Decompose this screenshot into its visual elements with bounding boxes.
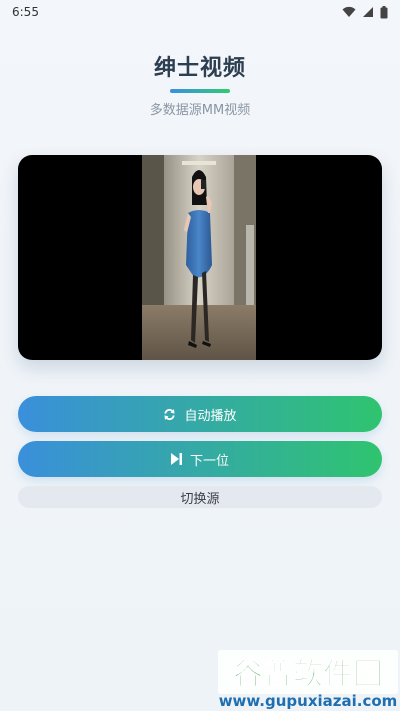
status-bar: 6:55 xyxy=(0,0,400,24)
signal-icon xyxy=(363,7,373,17)
title-underline xyxy=(170,89,230,93)
page-subtitle: 多数据源MM视频 xyxy=(149,103,251,118)
status-icons xyxy=(342,5,388,19)
refresh-icon xyxy=(164,408,176,420)
wifi-icon xyxy=(342,6,356,17)
battery-icon xyxy=(380,5,388,18)
site-watermark-logo: 谷普软件园 www.gupuxiazai.com xyxy=(218,650,398,710)
status-time: 6:55 xyxy=(12,5,39,19)
page-title: 绅士视频 xyxy=(153,56,246,81)
autoplay-button[interactable]: 自动播放 xyxy=(18,396,382,432)
video-frame xyxy=(142,155,256,360)
video-player[interactable] xyxy=(18,155,382,360)
watermark-url: www.gupuxiazai.com xyxy=(219,692,398,710)
next-label: 下一位 xyxy=(189,452,229,468)
step-forward-icon xyxy=(170,453,182,465)
watermark-brand: 谷普软件园 xyxy=(233,657,383,692)
switch-source-button[interactable]: 切换源 xyxy=(18,486,382,508)
switch-source-label: 切换源 xyxy=(180,491,220,507)
autoplay-label: 自动播放 xyxy=(184,407,237,423)
next-button[interactable]: 下一位 xyxy=(18,441,382,477)
